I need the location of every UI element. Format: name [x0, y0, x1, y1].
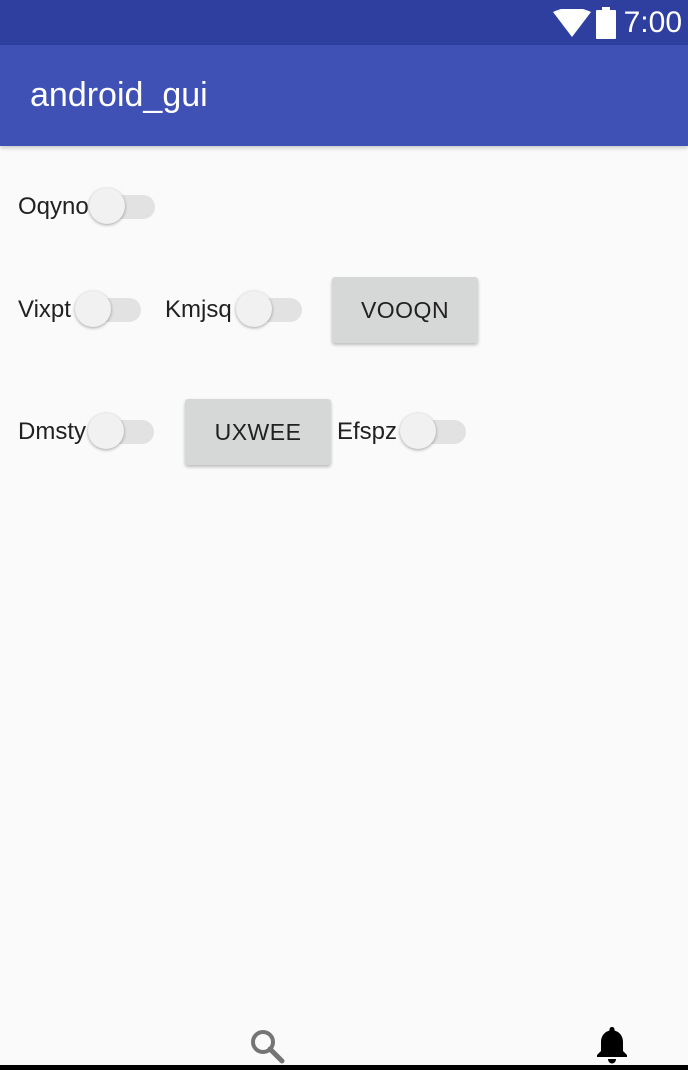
uxwee-button[interactable]: UXWEE	[185, 399, 331, 465]
status-bar: 7:00	[0, 0, 688, 45]
vooqn-button[interactable]: VOOQN	[332, 277, 478, 343]
app-bar: android_gui	[0, 45, 688, 146]
switch-thumb	[89, 188, 125, 224]
bottom-strip	[0, 1065, 688, 1070]
bell-icon[interactable]	[595, 1025, 629, 1065]
status-time: 7:00	[623, 6, 682, 39]
switch-thumb	[236, 291, 272, 327]
dmsty-switch[interactable]	[88, 412, 154, 452]
search-icon[interactable]	[249, 1028, 285, 1064]
oqyno-switch[interactable]	[89, 187, 155, 227]
dmsty-label: Dmsty	[18, 418, 86, 445]
switch-thumb	[88, 413, 124, 449]
battery-icon	[596, 7, 616, 39]
wifi-icon	[553, 9, 591, 37]
kmjsq-switch[interactable]	[236, 290, 302, 330]
kmjsq-label: Kmjsq	[165, 296, 232, 323]
app-title: android_gui	[30, 76, 208, 114]
switch-thumb	[400, 413, 436, 449]
efspz-label: Efspz	[337, 418, 398, 445]
switch-thumb	[75, 291, 111, 327]
efspz-switch[interactable]	[400, 412, 466, 452]
oqyno-label: Oqyno	[18, 193, 89, 220]
vixpt-switch[interactable]	[75, 290, 141, 330]
vixpt-label: Vixpt	[18, 296, 71, 323]
